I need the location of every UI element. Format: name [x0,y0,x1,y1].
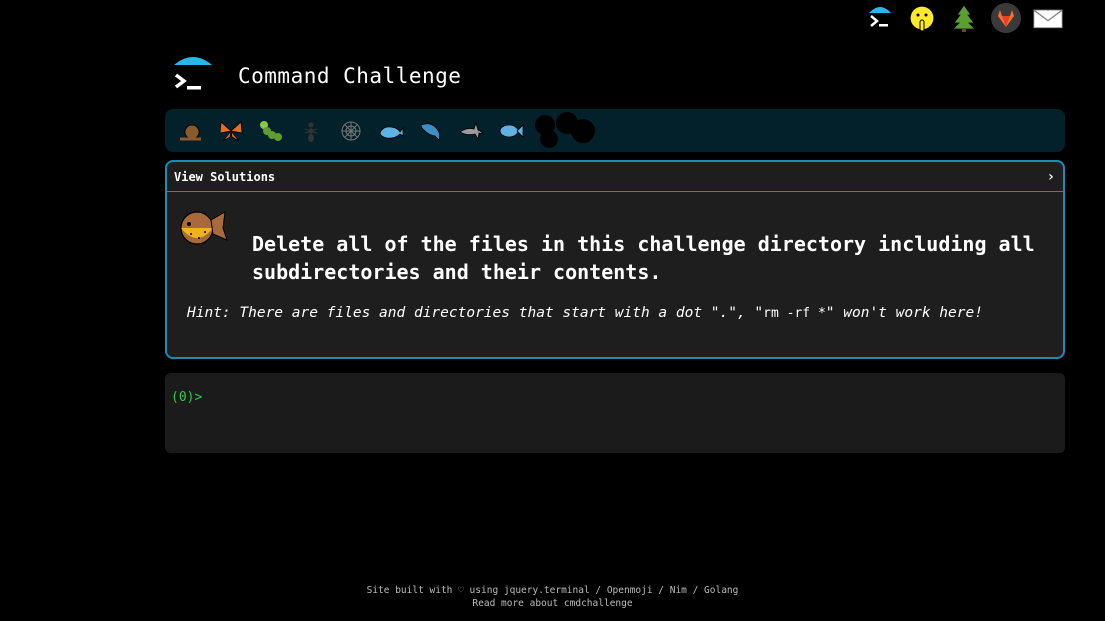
whale-icon[interactable] [371,111,411,151]
terminal-umbrella-icon[interactable] [863,1,897,35]
mail-icon[interactable] [1031,1,1065,35]
challenge-task: Delete all of the files in this challeng… [252,232,1035,284]
fish-icon[interactable] [491,111,531,151]
terminal[interactable]: (0)> [165,373,1065,453]
view-solutions-label: View Solutions [174,169,276,184]
read-more-link[interactable]: Read more about cmdchallenge [472,598,632,609]
page-title: Command Challenge [238,64,462,88]
shushing-face-icon[interactable] [905,1,939,35]
blowfish-icon [175,206,235,250]
tree-icon[interactable] [947,1,981,35]
top-icon-bar [863,0,1065,36]
page-header: Command Challenge [170,46,461,106]
caterpillar-icon[interactable] [251,111,291,151]
dolphin-icon[interactable] [411,111,451,151]
footer-credits: Site built with ♡ using jquery.terminal … [366,585,739,596]
challenge-hint: Hint: There are files and directories th… [187,305,983,321]
chevron-right-icon: › [1046,168,1055,185]
terminal-prompt: (0)> [171,390,203,405]
blob-icon[interactable] [531,111,601,151]
web-icon[interactable] [331,111,371,151]
butterfly-icon[interactable] [211,111,251,151]
ant-icon[interactable] [291,111,331,151]
terminal-cursor [202,389,210,403]
challenge-card: View Solutions › Delete all of the files… [165,160,1065,359]
terminal-umbrella-icon[interactable] [170,53,216,99]
gitlab-icon[interactable] [989,1,1023,35]
challenge-strip [165,109,1065,152]
snail-icon[interactable] [171,111,211,151]
view-solutions-toggle[interactable]: View Solutions › [167,162,1063,192]
hint-suffix: " won't work here! [825,305,983,321]
hint-prefix: Hint: There are files and directories th… [187,305,764,321]
hint-code: rm -rf * [763,306,826,321]
footer: Site built with ♡ using jquery.terminal … [0,584,1105,610]
shark-icon[interactable] [451,111,491,151]
